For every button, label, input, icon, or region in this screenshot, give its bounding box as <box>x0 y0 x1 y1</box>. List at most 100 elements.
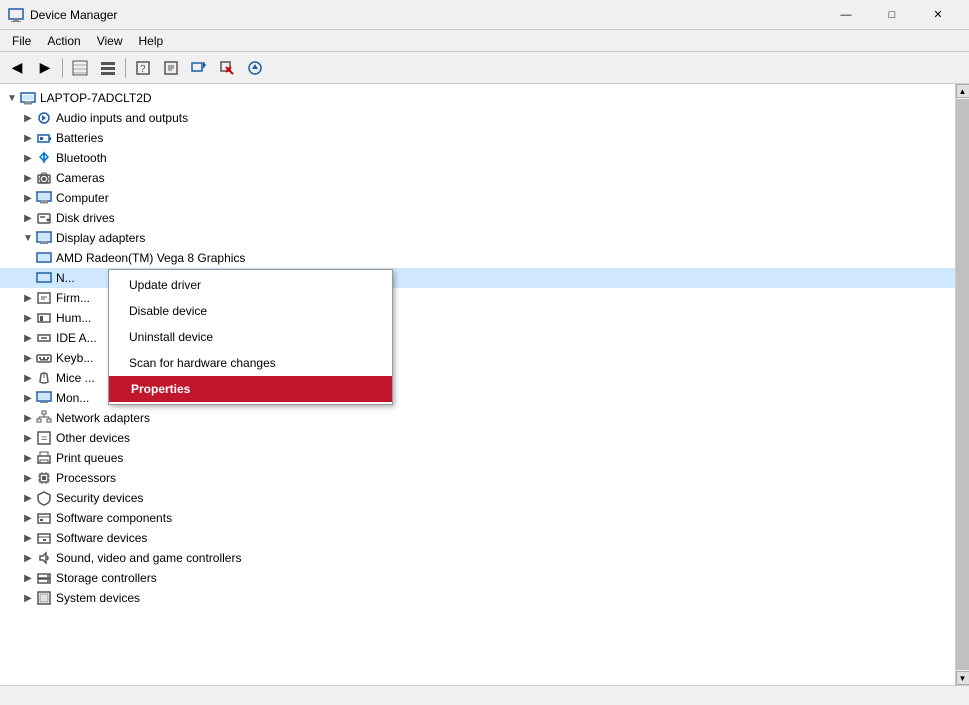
print-icon <box>36 450 52 466</box>
root-expand-icon[interactable]: ▼ <box>4 90 20 106</box>
separator-2 <box>125 58 126 78</box>
add-device-button[interactable] <box>186 55 212 81</box>
monitors-icon <box>36 390 52 406</box>
menu-file[interactable]: File <box>4 32 39 50</box>
root-label: LAPTOP-7ADCLT2D <box>40 91 152 105</box>
scrollbar[interactable]: ▲ ▼ <box>955 84 969 685</box>
processors-expand-icon[interactable]: ▶ <box>20 470 36 486</box>
scroll-thumb[interactable] <box>956 99 969 670</box>
firmware-expand-icon[interactable]: ▶ <box>20 290 36 306</box>
tree-item-sound[interactable]: ▶ Sound, video and game controllers <box>0 548 955 568</box>
tree-item-network[interactable]: ▶ Network adapters <box>0 408 955 428</box>
human-expand-icon[interactable]: ▶ <box>20 310 36 326</box>
mice-label: Mice ... <box>56 371 95 385</box>
processors-label: Processors <box>56 471 116 485</box>
tree-item-software-devices[interactable]: ▶ Software devices <box>0 528 955 548</box>
svg-text:?: ? <box>140 64 146 75</box>
title-bar: Device Manager — □ ✕ <box>0 0 969 30</box>
sound-label: Sound, video and game controllers <box>56 551 241 565</box>
bluetooth-label: Bluetooth <box>56 151 107 165</box>
tree-item-audio[interactable]: ▶ Audio inputs and outputs <box>0 108 955 128</box>
separator-1 <box>62 58 63 78</box>
nvidia-icon <box>36 270 52 286</box>
keyboard-label: Keyb... <box>56 351 93 365</box>
storage-icon <box>36 570 52 586</box>
bluetooth-expand-icon[interactable]: ▶ <box>20 150 36 166</box>
computer-expand-icon[interactable]: ▶ <box>20 190 36 206</box>
tree-item-other[interactable]: ▶ = Other devices <box>0 428 955 448</box>
amd-label: AMD Radeon(TM) Vega 8 Graphics <box>56 251 245 265</box>
context-menu-disable-device[interactable]: Disable device <box>109 298 392 324</box>
sound-expand-icon[interactable]: ▶ <box>20 550 36 566</box>
batteries-label: Batteries <box>56 131 103 145</box>
tree-item-computer[interactable]: ▶ Computer <box>0 188 955 208</box>
window-controls: — □ ✕ <box>823 0 961 30</box>
properties-button[interactable] <box>158 55 184 81</box>
print-label: Print queues <box>56 451 123 465</box>
tree-item-cameras[interactable]: ▶ Cameras <box>0 168 955 188</box>
maximize-button[interactable]: □ <box>869 0 915 30</box>
audio-expand-icon[interactable]: ▶ <box>20 110 36 126</box>
update-driver-button[interactable] <box>242 55 268 81</box>
security-expand-icon[interactable]: ▶ <box>20 490 36 506</box>
keyboard-expand-icon[interactable]: ▶ <box>20 350 36 366</box>
software-devices-expand-icon[interactable]: ▶ <box>20 530 36 546</box>
context-menu-scan-hardware[interactable]: Scan for hardware changes <box>109 350 392 376</box>
system-label: System devices <box>56 591 140 605</box>
cameras-expand-icon[interactable]: ▶ <box>20 170 36 186</box>
human-label: Hum... <box>56 311 91 325</box>
tree-item-disk[interactable]: ▶ Disk drives <box>0 208 955 228</box>
storage-expand-icon[interactable]: ▶ <box>20 570 36 586</box>
network-icon <box>36 410 52 426</box>
forward-button[interactable]: ▶ <box>32 55 58 81</box>
scroll-up-button[interactable]: ▲ <box>956 84 969 98</box>
mice-expand-icon[interactable]: ▶ <box>20 370 36 386</box>
menu-help[interactable]: Help <box>131 32 172 50</box>
back-button[interactable]: ◀ <box>4 55 30 81</box>
tree-item-storage[interactable]: ▶ Storage controllers <box>0 568 955 588</box>
security-icon <box>36 490 52 506</box>
tree-item-software-components[interactable]: ▶ Software components <box>0 508 955 528</box>
context-menu-update-driver[interactable]: Update driver <box>109 272 392 298</box>
firmware-icon <box>36 290 52 306</box>
other-expand-icon[interactable]: ▶ <box>20 430 36 446</box>
network-label: Network adapters <box>56 411 150 425</box>
context-menu-properties[interactable]: Properties <box>109 376 392 402</box>
tree-root[interactable]: ▼ LAPTOP-7ADCLT2D <box>0 88 955 108</box>
tree-item-amd[interactable]: AMD Radeon(TM) Vega 8 Graphics <box>0 248 955 268</box>
software-components-expand-icon[interactable]: ▶ <box>20 510 36 526</box>
tree-item-bluetooth[interactable]: ▶ Bluetooth <box>0 148 955 168</box>
system-expand-icon[interactable]: ▶ <box>20 590 36 606</box>
minimize-button[interactable]: — <box>823 0 869 30</box>
status-bar <box>0 685 969 705</box>
disk-expand-icon[interactable]: ▶ <box>20 210 36 226</box>
tree-item-print[interactable]: ▶ Print queues <box>0 448 955 468</box>
other-label: Other devices <box>56 431 130 445</box>
display-expand-icon[interactable]: ▼ <box>20 230 36 246</box>
computer-icon <box>36 190 52 206</box>
menu-view[interactable]: View <box>89 32 131 50</box>
tree-item-display[interactable]: ▼ Display adapters <box>0 228 955 248</box>
close-button[interactable]: ✕ <box>915 0 961 30</box>
tree-item-batteries[interactable]: ▶ Batteries <box>0 128 955 148</box>
batteries-expand-icon[interactable]: ▶ <box>20 130 36 146</box>
tree-item-security[interactable]: ▶ Security devices <box>0 488 955 508</box>
network-expand-icon[interactable]: ▶ <box>20 410 36 426</box>
menu-action[interactable]: Action <box>39 32 88 50</box>
print-expand-icon[interactable]: ▶ <box>20 450 36 466</box>
remove-device-button[interactable] <box>214 55 240 81</box>
tree-item-system[interactable]: ▶ System devices <box>0 588 955 608</box>
ide-expand-icon[interactable]: ▶ <box>20 330 36 346</box>
tree-view-button[interactable] <box>67 55 93 81</box>
list-view-button[interactable] <box>95 55 121 81</box>
context-menu-uninstall-device[interactable]: Uninstall device <box>109 324 392 350</box>
cameras-label: Cameras <box>56 171 105 185</box>
help-button[interactable]: ? <box>130 55 156 81</box>
window-title: Device Manager <box>30 8 823 22</box>
tree-item-processors[interactable]: ▶ Processors <box>0 468 955 488</box>
computer-label: Computer <box>56 191 109 205</box>
main-content: ▼ LAPTOP-7ADCLT2D ▶ Audio inp <box>0 84 969 685</box>
scroll-down-button[interactable]: ▼ <box>956 671 969 685</box>
monitors-expand-icon[interactable]: ▶ <box>20 390 36 406</box>
ide-label: IDE A... <box>56 331 97 345</box>
